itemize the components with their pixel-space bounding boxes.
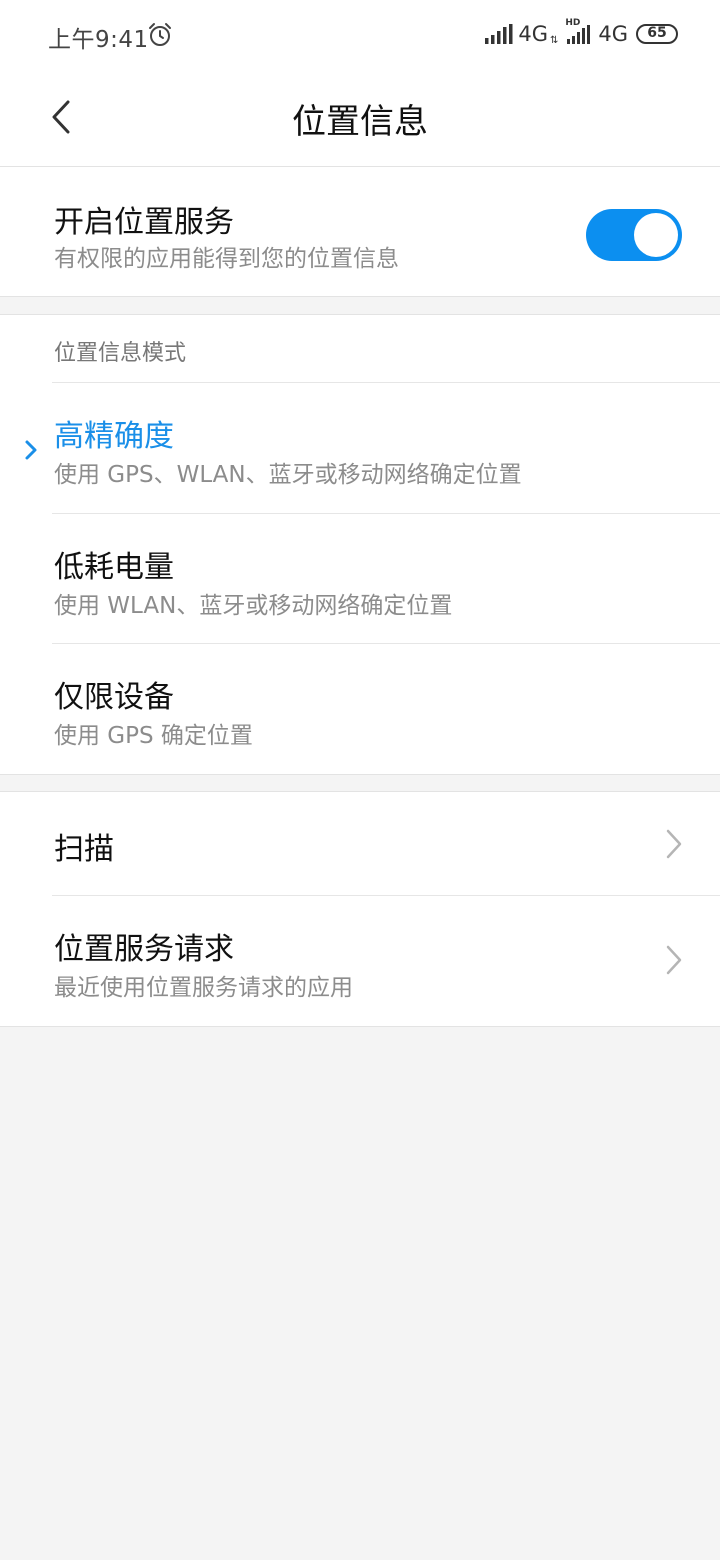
mode-option-high-accuracy[interactable]: 高精确度 使用 GPS、WLAN、蓝牙或移动网络确定位置	[0, 383, 720, 513]
page-title: 位置信息	[292, 102, 428, 142]
mode-option-subtitle: 使用 GPS 确定位置	[54, 723, 253, 749]
alarm-icon	[147, 22, 173, 48]
divider	[0, 1026, 720, 1027]
status-indicators: 4G ⇅ HD 4G 65	[484, 18, 678, 50]
location-requests-title: 位置服务请求	[54, 932, 234, 967]
location-service-row[interactable]: 开启位置服务 有权限的应用能得到您的位置信息	[0, 167, 720, 296]
scan-row[interactable]: 扫描	[0, 792, 720, 895]
mode-option-subtitle: 使用 GPS、WLAN、蓝牙或移动网络确定位置	[54, 462, 522, 488]
divider	[0, 296, 720, 297]
location-service-subtitle: 有权限的应用能得到您的位置信息	[54, 246, 399, 272]
network-type-1: 4G	[518, 22, 548, 46]
hd-signal-icon: HD	[564, 18, 594, 47]
network-type-2: 4G	[598, 22, 628, 46]
mode-option-title: 仅限设备	[54, 680, 174, 715]
chevron-right-icon	[666, 829, 682, 859]
signal-icon	[484, 23, 514, 45]
battery-icon: 65	[636, 24, 678, 44]
section-header: 位置信息模式	[54, 341, 187, 366]
check-chevron-icon	[25, 440, 37, 460]
scan-title: 扫描	[54, 832, 114, 867]
status-time: 上午9:41	[48, 27, 149, 53]
mode-option-battery-saving[interactable]: 低耗电量 使用 WLAN、蓝牙或移动网络确定位置	[0, 514, 720, 644]
location-service-section: 开启位置服务 有权限的应用能得到您的位置信息	[0, 167, 720, 296]
location-requests-subtitle: 最近使用位置服务请求的应用	[54, 975, 353, 1001]
data-activity-icon: ⇅	[549, 35, 559, 46]
location-requests-row[interactable]: 位置服务请求 最近使用位置服务请求的应用	[0, 896, 720, 1026]
mode-option-title: 高精确度	[54, 419, 174, 454]
location-mode-section: 位置信息模式 高精确度 使用 GPS、WLAN、蓝牙或移动网络确定位置 低耗电量…	[0, 315, 720, 774]
battery-level: 65	[647, 25, 667, 41]
more-settings-section: 扫描 位置服务请求 最近使用位置服务请求的应用	[0, 792, 720, 1026]
mode-option-subtitle: 使用 WLAN、蓝牙或移动网络确定位置	[54, 593, 453, 619]
status-bar: 上午9:41 4G ⇅ HD 4G 65	[0, 0, 720, 68]
divider	[0, 774, 720, 775]
title-bar: 位置信息	[0, 68, 720, 166]
chevron-right-icon	[666, 945, 682, 975]
mode-option-device-only[interactable]: 仅限设备 使用 GPS 确定位置	[0, 644, 720, 774]
toggle-knob	[634, 213, 678, 257]
mode-option-title: 低耗电量	[54, 550, 174, 585]
location-service-title: 开启位置服务	[54, 205, 234, 240]
location-service-toggle[interactable]	[586, 209, 682, 261]
